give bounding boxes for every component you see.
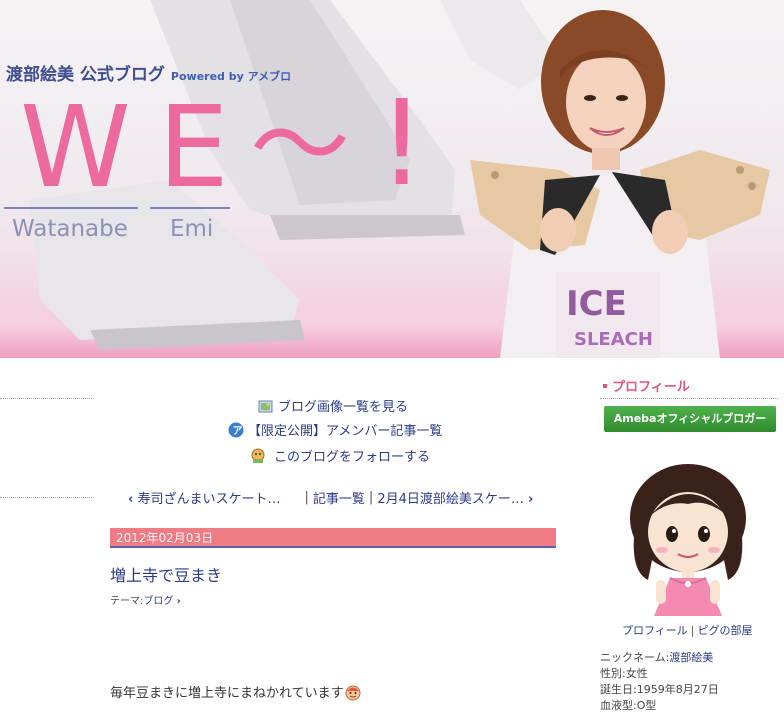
image-list-icon xyxy=(258,400,273,412)
next-entry-label[interactable]: 2月4日渡部絵美スケー… xyxy=(377,492,524,507)
follow-blog-link[interactable]: このブログをフォローする xyxy=(250,446,430,465)
nickname-value[interactable]: 渡部絵美 xyxy=(669,651,713,664)
powered-by-ameblo[interactable]: Powered by アメブロ xyxy=(171,70,291,83)
heading-bullet-icon xyxy=(602,382,608,389)
pigg-room-link[interactable]: ピグの部屋 xyxy=(698,624,753,637)
chevron-right-icon: › xyxy=(528,492,534,507)
logo-subtitle-watanabe: Watanabe xyxy=(12,216,128,242)
profile-gender: 性別:女性 xyxy=(600,667,648,680)
profile-links-separator: | xyxy=(690,624,695,637)
pager-separator: | xyxy=(304,490,309,505)
follow-icon xyxy=(251,448,265,463)
logo-letter-w: W xyxy=(20,83,131,213)
profile-nickname-row: ニックネーム:渡部絵美 xyxy=(600,650,719,666)
next-entry-link[interactable]: 2月4日渡部絵美スケー… › xyxy=(377,488,533,507)
entry-theme-link[interactable]: ブログ xyxy=(143,596,173,607)
ameba-official-blogger-badge[interactable]: Amebaオフィシャルブロガー xyxy=(604,406,776,432)
blog-title[interactable]: 渡部絵美 公式ブログ Powered by アメブロ xyxy=(6,60,291,85)
profile-sidebar: プロフィール Amebaオフィシャルブロガー プロフィール | ピグの部屋 ニッ… xyxy=(596,360,784,720)
pigg-avatar[interactable] xyxy=(618,460,758,620)
profile-divider xyxy=(600,398,778,399)
image-list-link[interactable]: ブログ画像一覧を見る xyxy=(258,396,408,415)
entry-theme: テーマ:ブログ › xyxy=(110,592,181,607)
nickname-label: ニックネーム: xyxy=(600,651,670,664)
amember-list-link-label[interactable]: 【限定公開】アメンバー記事一覧 xyxy=(248,420,442,439)
profile-birthday: 誕生日:1959年8月27日 xyxy=(600,683,719,696)
entry-list-link[interactable]: 記事一覧 xyxy=(313,488,365,507)
left-gutter-divider xyxy=(0,497,92,498)
logo-letter-e: E xyxy=(158,83,229,213)
amember-list-link[interactable]: ア 【限定公開】アメンバー記事一覧 xyxy=(228,420,442,439)
blog-title-text[interactable]: 渡部絵美 公式ブログ xyxy=(6,65,165,85)
profile-details: ニックネーム:渡部絵美 性別:女性 誕生日:1959年8月27日 血液型:O型 xyxy=(600,650,719,714)
chevron-left-icon: ‹ xyxy=(128,492,134,507)
logo-underline-emi xyxy=(150,207,230,209)
entry-body-line: 毎年豆まきに増上寺にまねかれています xyxy=(110,686,344,701)
left-gutter-divider xyxy=(0,398,92,399)
emoji-face-icon xyxy=(345,685,361,700)
logo-exclamation: ! xyxy=(378,74,426,212)
main-column: ブログ画像一覧を見る ア 【限定公開】アメンバー記事一覧 このブログをフォローす… xyxy=(100,360,566,720)
entry-date-bar: 2012年02月03日 xyxy=(110,528,556,548)
entry-body-text: 毎年豆まきに増上寺にまねかれています xyxy=(110,682,362,701)
ameba-member-icon: ア xyxy=(228,422,244,437)
prev-entry-link[interactable]: ‹ 寿司ざんまいスケート… xyxy=(128,488,281,507)
prev-entry-label[interactable]: 寿司ざんまいスケート… xyxy=(138,492,281,507)
logo-underline-watanabe xyxy=(4,207,138,209)
entry-pager: ‹ 寿司ざんまいスケート… | 記事一覧 | 2月4日渡部絵美スケー… › xyxy=(128,488,533,507)
blog-header-banner[interactable]: ICE SLEACH 渡部絵美 公式ブログ Powered by アメブロ W E… xyxy=(0,0,784,358)
svg-text:ICE: ICE xyxy=(566,284,627,324)
profile-blood-type: 血液型:O型 xyxy=(600,699,657,712)
follow-blog-link-label[interactable]: このブログをフォローする xyxy=(274,446,430,465)
pager-separator: | xyxy=(368,490,374,505)
svg-text:ア: ア xyxy=(233,425,243,437)
profile-links: プロフィール | ピグの部屋 xyxy=(622,622,753,638)
svg-text:SLEACH: SLEACH xyxy=(574,329,653,350)
profile-heading-text: プロフィール xyxy=(612,380,690,395)
chevron-right-icon: › xyxy=(176,596,181,607)
profile-link[interactable]: プロフィール xyxy=(622,624,688,637)
profile-heading: プロフィール xyxy=(602,376,690,395)
image-list-link-label[interactable]: ブログ画像一覧を見る xyxy=(278,396,408,415)
entry-theme-label: テーマ: xyxy=(110,596,144,607)
logo-subtitle-emi: Emi xyxy=(170,216,214,242)
logo-tilde: 〜 xyxy=(250,87,350,204)
entry-title[interactable]: 増上寺で豆まき xyxy=(110,562,222,586)
